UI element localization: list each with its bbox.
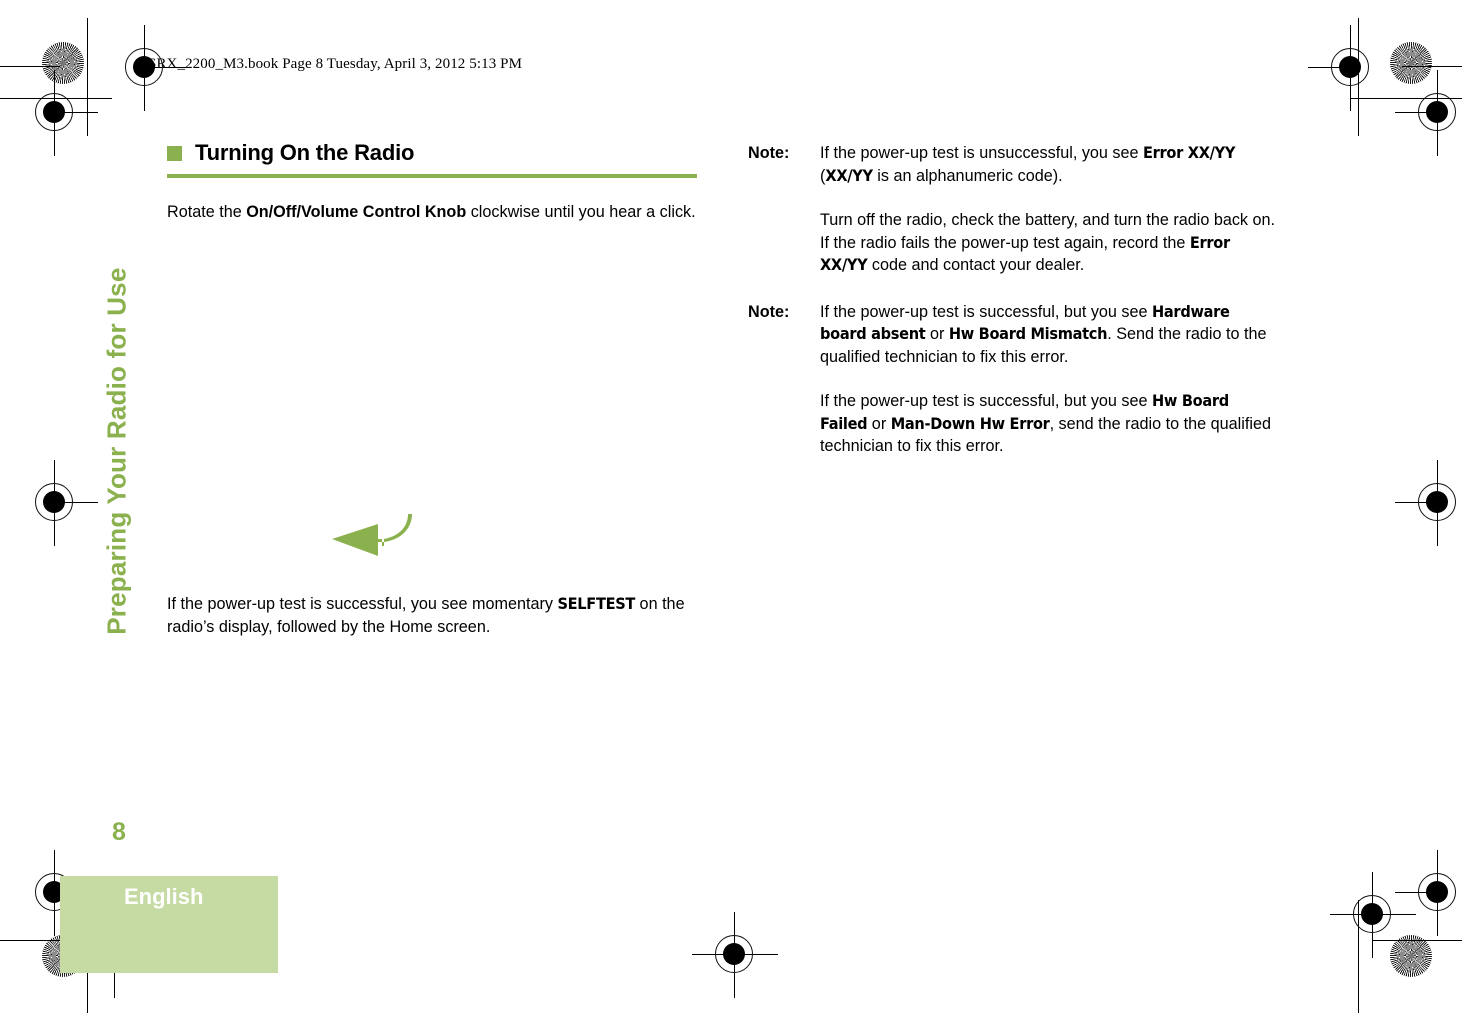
book-file-header: SRX_2200_M3.book Page 8 Tuesday, April 3… [148, 56, 523, 72]
device-display-term: Hw Board Mismatch [948, 324, 1108, 343]
note-label: Note: [748, 144, 790, 162]
note-block: Note: If the power-up test is successful… [748, 301, 1278, 458]
note-text-run: If the power-up test is successful, but … [820, 392, 1153, 410]
intro-text-before: Rotate the [167, 203, 247, 221]
language-label: English [124, 884, 204, 909]
intro-text-after: clockwise until you hear a click. [466, 203, 696, 221]
device-display-term: Error XX/YY [1143, 143, 1236, 162]
trim-line-top-right-inner [1402, 66, 1462, 68]
trim-line-right-bottom [1358, 900, 1360, 1013]
note-text-run: or [867, 414, 891, 433]
curved-arrow-left-icon [328, 512, 412, 560]
trim-line-top-left [0, 98, 112, 100]
section-heading: Turning On the Radio [167, 140, 697, 166]
selftest-text-part1: If the power-up test is successful, you … [167, 595, 558, 613]
registration-crosshair-bottom-right [1330, 872, 1416, 958]
trim-line-bottom-right [1372, 940, 1462, 942]
registration-crosshair-mid-left [12, 460, 98, 546]
intro-paragraph: Rotate the On/Off/Volume Control Knob cl… [167, 201, 697, 224]
trim-line-right [1358, 18, 1360, 136]
heading-square-bullet-icon [167, 145, 182, 161]
note-block: Note: If the power-up test is unsuccessf… [748, 142, 1278, 277]
note-body: If the power-up test is unsuccessful, yo… [820, 142, 1278, 277]
selftest-paragraph: If the power-up test is successful, you … [167, 593, 702, 638]
right-column: Note: If the power-up test is unsuccessf… [748, 142, 1278, 458]
registration-crosshair-mid-right [1395, 460, 1462, 546]
note-text-run: is an alphanumeric code). [872, 166, 1063, 185]
selftest-device-term: SELFTEST [557, 594, 636, 613]
registration-crosshair-upper-left [12, 70, 98, 156]
section-heading-text: Turning On the Radio [195, 140, 415, 165]
note-text-run: code and contact your dealer. [867, 256, 1085, 274]
note-label: Note: [748, 302, 790, 321]
note-text-run: If the power-up test is unsuccessful, yo… [820, 144, 1144, 162]
note-text-run: or [925, 325, 949, 343]
trim-line-left [87, 18, 89, 136]
heading-underline-rule [167, 174, 697, 178]
device-display-term: XX/YY [825, 165, 873, 185]
trim-line-top-left-inner [0, 66, 60, 68]
note-text-run: If the power-up test is successful, but … [820, 302, 1153, 321]
page-number: 8 [112, 818, 126, 846]
note-body: If the power-up test is successful, but … [820, 301, 1278, 458]
intro-bold-term: On/Off/Volume Control Knob [246, 203, 467, 221]
note-paragraph: If the power-up test is successful, but … [820, 390, 1278, 458]
trim-line-top-right [1350, 98, 1462, 100]
device-display-term: Man-Down Hw Error [890, 413, 1050, 433]
left-column: Turning On the Radio Rotate the On/Off/V… [167, 140, 697, 224]
registration-crosshair-bottom-center [692, 912, 778, 998]
registration-crosshair-upper-right [1395, 70, 1462, 156]
note-paragraph: If the power-up test is unsuccessful, yo… [820, 142, 1278, 187]
note-paragraph: Turn off the radio, check the battery, a… [820, 209, 1278, 277]
chapter-tab-label: Preparing Your Radio for Use [101, 267, 132, 635]
note-paragraph: If the power-up test is successful, but … [820, 301, 1278, 369]
